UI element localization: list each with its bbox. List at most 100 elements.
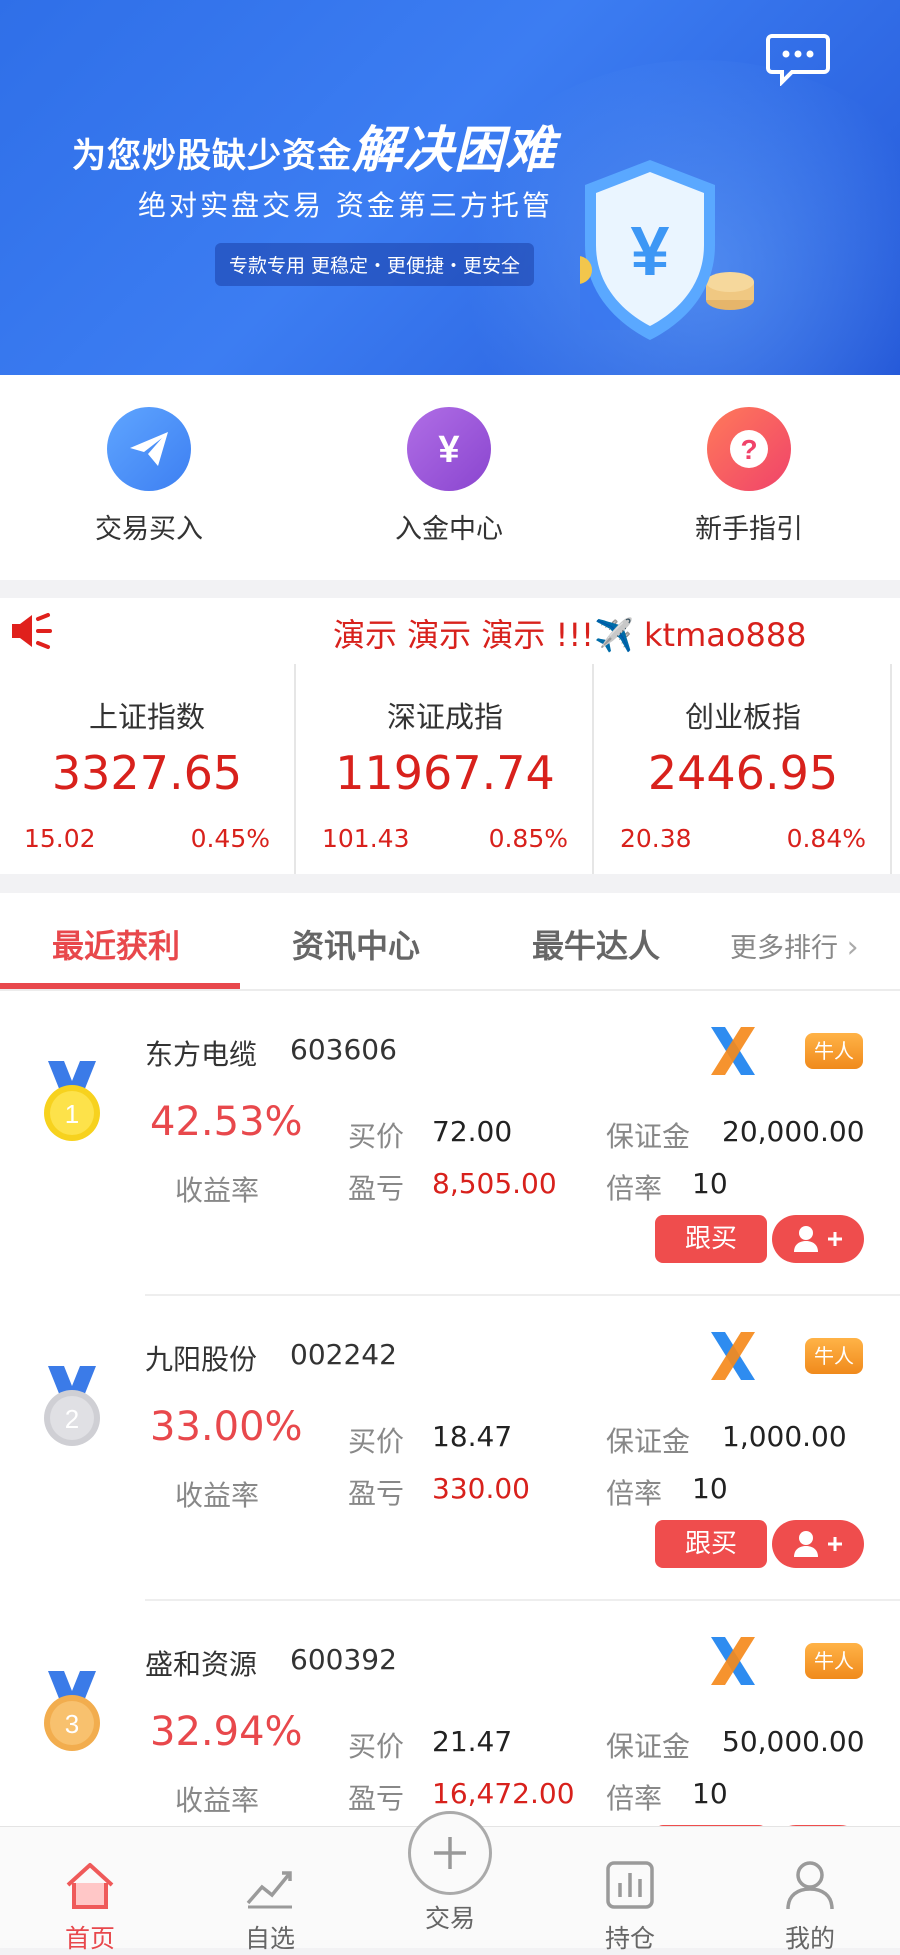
- index-change: 15.02: [24, 824, 96, 853]
- pnl-value: 330.00: [432, 1472, 530, 1505]
- stock-name: 九阳股份: [145, 1343, 258, 1376]
- buy-price-label: 买价: [348, 1425, 405, 1458]
- more-ranking-link[interactable]: 更多排行 ›: [730, 926, 859, 965]
- pnl-label: 盈亏: [348, 1172, 405, 1205]
- add-follow-button[interactable]: [772, 1215, 864, 1263]
- nav-positions[interactable]: 持仓: [540, 1827, 720, 1953]
- notice-bar[interactable]: 演示 演示 演示 !!!✈️ ktmao888: [0, 598, 900, 664]
- silver-medal-icon: 2: [40, 1366, 104, 1456]
- expert-badge: 牛人: [805, 1033, 863, 1069]
- user-icon: [782, 1857, 838, 1913]
- banner-subtitle: 绝对实盘交易 资金第三方托管: [138, 189, 553, 222]
- multiple-value: 10: [692, 1167, 728, 1200]
- return-rate-label: 收益率: [175, 1784, 260, 1817]
- promo-banner[interactable]: 为您炒股缺少资金解决困难 绝对实盘交易 资金第三方托管 专款专用 更稳定・更便捷…: [0, 0, 900, 375]
- paper-plane-icon: [107, 407, 191, 491]
- quick-action-guide[interactable]: ? 新手指引: [649, 407, 849, 546]
- tab-active-underline: [0, 983, 240, 989]
- index-percent: 0.84%: [786, 824, 866, 853]
- add-follow-button[interactable]: [772, 1520, 864, 1568]
- pnl-label: 盈亏: [348, 1782, 405, 1815]
- tab-top-traders[interactable]: 最牛达人: [532, 921, 660, 967]
- yen-icon: ¥: [407, 407, 491, 491]
- multiple-value: 10: [692, 1777, 728, 1810]
- banner-pill: 专款专用 更稳定・更便捷・更安全: [215, 243, 535, 286]
- return-rate-label: 收益率: [175, 1479, 260, 1512]
- quick-action-label: 入金中心: [395, 514, 503, 545]
- question-icon: ?: [707, 407, 791, 491]
- gold-medal-icon: 1: [40, 1061, 104, 1151]
- x-logo-icon: [705, 1023, 761, 1079]
- tab-news-center[interactable]: 资讯中心: [292, 921, 420, 967]
- nav-label: 交易: [424, 1904, 475, 1933]
- index-value: 11967.74: [335, 746, 555, 800]
- plus-circle-icon: [408, 1811, 492, 1895]
- banner-title-main: 为您炒股缺少资金: [72, 136, 352, 176]
- index-name: 上证指数: [88, 700, 205, 734]
- multiple-value: 10: [692, 1472, 728, 1505]
- multiple-label: 倍率: [606, 1172, 663, 1205]
- list-item[interactable]: 1 东方电缆 603606 牛人 42.53% 收益率 买价 72.00 盈亏 …: [0, 991, 900, 1296]
- quick-action-label: 新手指引: [695, 514, 803, 545]
- return-rate: 32.94%: [150, 1709, 303, 1755]
- stock-code: 002242: [290, 1338, 397, 1371]
- follow-buy-button[interactable]: 跟买: [655, 1520, 767, 1568]
- index-card-shanghai[interactable]: 上证指数 3327.65 15.02 0.45%: [0, 664, 296, 874]
- return-rate-label: 收益率: [175, 1174, 260, 1207]
- bottom-nav: 首页 自选 交易 持仓 我的: [0, 1811, 900, 1953]
- list-item[interactable]: 3 盛和资源 600392 牛人 32.94% 收益率 买价 21.47 盈亏 …: [0, 1601, 900, 1826]
- svg-text:2: 2: [65, 1404, 79, 1434]
- margin-label: 保证金: [606, 1730, 691, 1763]
- x-logo-icon: [705, 1633, 761, 1689]
- nav-profile[interactable]: 我的: [720, 1827, 900, 1953]
- buy-price-value: 72.00: [432, 1115, 513, 1148]
- stock-name: 东方电缆: [145, 1038, 258, 1071]
- quick-action-trade-buy[interactable]: 交易买入: [49, 407, 249, 546]
- index-percent: 0.85%: [488, 824, 568, 853]
- buy-price-value: 18.47: [432, 1420, 513, 1453]
- quick-action-label: 交易买入: [95, 514, 203, 545]
- chevron-right-icon: ›: [846, 930, 859, 965]
- nav-home[interactable]: 首页: [0, 1827, 180, 1953]
- list-item[interactable]: 2 九阳股份 002242 牛人 33.00% 收益率 买价 18.47 盈亏 …: [0, 1296, 900, 1601]
- ranking-tabs: 最近获利 资讯中心 最牛达人 更多排行 ›: [0, 893, 900, 991]
- index-card-chinext[interactable]: 创业板指 2446.95 20.38 0.84%: [596, 664, 892, 874]
- bar-chart-icon: [602, 1857, 658, 1913]
- nav-label: 首页: [64, 1924, 115, 1953]
- svg-text:3: 3: [65, 1709, 79, 1739]
- x-logo-icon: [705, 1328, 761, 1384]
- margin-label: 保证金: [606, 1120, 691, 1153]
- message-bubble-icon[interactable]: [766, 32, 830, 87]
- nav-trade[interactable]: 交易: [360, 1811, 540, 1949]
- expert-badge: 牛人: [805, 1338, 863, 1374]
- stock-code: 600392: [290, 1643, 397, 1676]
- quick-action-deposit[interactable]: ¥ 入金中心: [349, 407, 549, 546]
- multiple-label: 倍率: [606, 1477, 663, 1510]
- margin-value: 20,000.00: [722, 1115, 865, 1148]
- nav-label: 我的: [784, 1924, 835, 1953]
- tab-recent-profit[interactable]: 最近获利: [52, 921, 180, 967]
- index-change: 20.38: [620, 824, 692, 853]
- user-plus-icon: [794, 1531, 842, 1557]
- follow-buy-button[interactable]: 跟买: [655, 1215, 767, 1263]
- speaker-icon: [10, 611, 54, 651]
- index-percent: 0.45%: [190, 824, 270, 853]
- index-value: 2446.95: [647, 746, 839, 800]
- quick-actions: 交易买入 ¥ 入金中心 ? 新手指引: [0, 375, 900, 580]
- stock-name: 盛和资源: [145, 1648, 258, 1681]
- multiple-label: 倍率: [606, 1782, 663, 1815]
- banner-title: 为您炒股缺少资金解决困难: [72, 110, 556, 182]
- index-card-shenzhen[interactable]: 深证成指 11967.74 101.43 0.85%: [298, 664, 594, 874]
- index-change: 101.43: [322, 824, 410, 853]
- user-plus-icon: [794, 1226, 842, 1252]
- svg-text:?: ?: [740, 434, 757, 465]
- notice-text: 演示 演示 演示 !!!✈️ ktmao888: [333, 616, 807, 654]
- pnl-value: 16,472.00: [432, 1777, 575, 1810]
- svg-text:¥: ¥: [438, 429, 459, 471]
- market-indices: 上证指数 3327.65 15.02 0.45% 深证成指 11967.74 1…: [0, 664, 900, 874]
- shield-yen-char: ¥: [631, 212, 670, 290]
- profit-list: 1 东方电缆 603606 牛人 42.53% 收益率 买价 72.00 盈亏 …: [0, 991, 900, 1826]
- trend-chart-icon: [242, 1857, 298, 1913]
- bronze-medal-icon: 3: [40, 1671, 104, 1761]
- nav-watchlist[interactable]: 自选: [180, 1827, 360, 1953]
